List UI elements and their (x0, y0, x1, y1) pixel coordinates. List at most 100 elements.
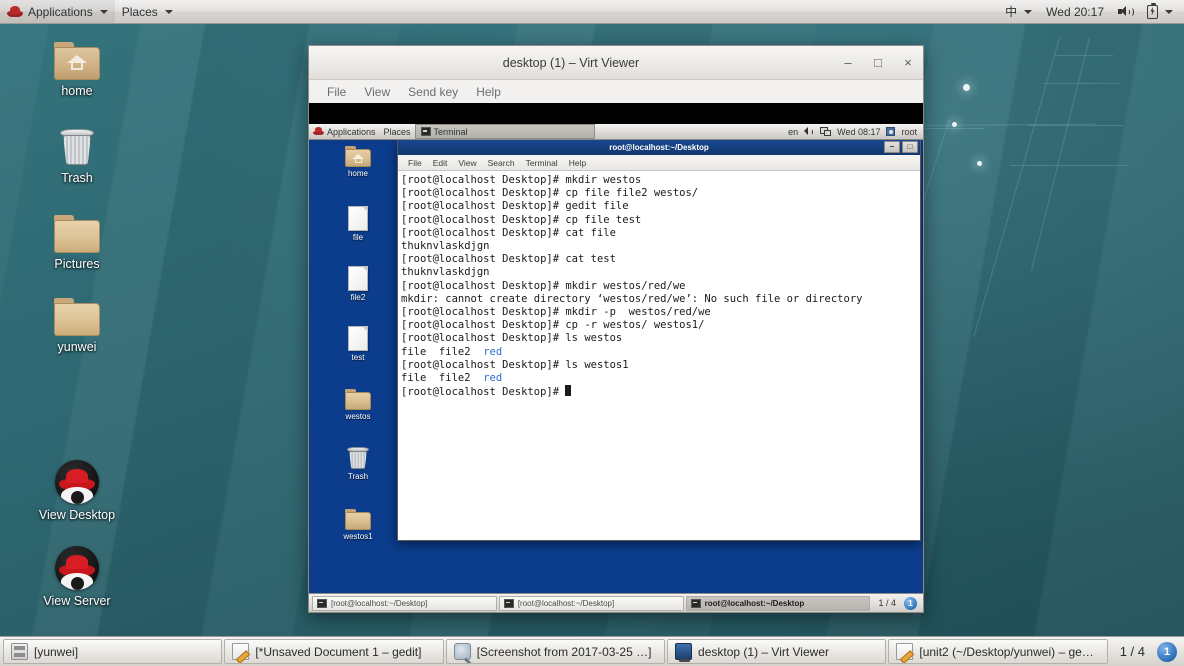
guest-task-term-2[interactable]: [root@localhost:~/Desktop] (498, 595, 684, 611)
guest-desktop: Applications Places Terminal en Wed 08:1… (309, 124, 923, 612)
maximize-button[interactable]: □ (863, 47, 893, 79)
task-screenshot[interactable]: [Screenshot from 2017-03-25 …] (445, 639, 666, 664)
guest-system-tray: en Wed 08:17 root (788, 127, 923, 137)
speaker-icon (1118, 5, 1134, 18)
user-icon[interactable] (886, 127, 896, 136)
terminal-line: [root@localhost Desktop]# cat test (401, 253, 616, 266)
desktop-icon-view-server[interactable]: View Server (22, 546, 132, 609)
chevron-down-icon (1024, 9, 1033, 14)
speaker-icon[interactable] (804, 127, 814, 136)
terminal-directory-name: red (483, 372, 503, 385)
virt-viewer-viewport[interactable]: Applications Places Terminal en Wed 08:1… (309, 103, 923, 612)
volume-indicator[interactable] (1111, 0, 1140, 23)
task-label: [yunwei] (34, 644, 79, 659)
desktop-icon-label: View Server (43, 594, 111, 608)
host-system-tray: 中 Wed 20:17 (998, 0, 1184, 23)
task-gedit-1[interactable]: [*Unsaved Document 1 – gedit] (224, 639, 444, 664)
guest-places-menu[interactable]: Places (380, 124, 415, 139)
terminal-line: [root@localhost Desktop]# cp file file2 … (401, 187, 699, 200)
guest-places-label: Places (383, 126, 411, 137)
guest-task-term-1[interactable]: [root@localhost:~/Desktop] (312, 595, 497, 611)
menu-send-key[interactable]: Send key (400, 83, 466, 101)
guest-terminal-window[interactable]: root@localhost:~/Desktop – □ File Edit V… (397, 139, 921, 541)
terminal-line: mkdir: cannot create directory ‘westos/r… (401, 292, 863, 305)
terminal-line: thuknvlaskdjgn (401, 266, 490, 279)
desktop-icon-pictures[interactable]: Pictures (22, 215, 132, 272)
guest-terminal-menubar: File Edit View Search Terminal Help (398, 155, 920, 171)
desktop-icon-label: Trash (61, 171, 93, 185)
task-gedit-2[interactable]: [unit2 (~/Desktop/yunwei) – ged…] (888, 639, 1108, 664)
desktop-icon-home[interactable]: home (22, 42, 132, 99)
terminal-line: [root@localhost Desktop]# mkdir westos/r… (401, 279, 686, 292)
host-desktop: Applications Places 中 Wed 20:17 home Tra… (0, 0, 1184, 666)
terminal-line: [root@localhost Desktop]# cp -r westos/ … (401, 319, 705, 332)
menu-edit[interactable]: Edit (428, 157, 453, 169)
applications-menu[interactable]: Applications (0, 0, 115, 23)
places-menu[interactable]: Places (115, 0, 180, 23)
folder-icon (345, 509, 371, 530)
task-yunwei[interactable]: [yunwei] (3, 639, 223, 664)
menu-search[interactable]: Search (483, 157, 520, 169)
power-indicator[interactable] (1140, 0, 1180, 23)
virt-viewer-window[interactable]: desktop (1) – Virt Viewer – □ × File Vie… (308, 45, 924, 613)
minimize-button[interactable]: – (884, 141, 900, 153)
close-button[interactable]: × (893, 47, 923, 79)
battery-charging-icon (1147, 2, 1158, 19)
network-icon[interactable] (820, 127, 832, 136)
menu-view[interactable]: View (356, 83, 398, 101)
guest-terminal-window-buttons: – □ (884, 141, 918, 153)
guest-input-method[interactable]: en (788, 127, 798, 137)
desktop-icon-label: yunwei (57, 340, 97, 354)
terminal-line: [root@localhost Desktop]# gedit file (401, 200, 629, 213)
menu-terminal[interactable]: Terminal (521, 157, 563, 169)
menu-help[interactable]: Help (468, 83, 509, 101)
guest-workspace-badge[interactable]: 1 (904, 596, 917, 610)
terminal-icon (690, 598, 701, 608)
guest-icon-file[interactable]: file (331, 206, 385, 242)
guest-icon-westos[interactable]: westos (331, 389, 385, 421)
menu-file[interactable]: File (319, 83, 354, 101)
maximize-button[interactable]: □ (902, 141, 918, 153)
guest-task-label: [root@localhost:~/Desktop] (331, 598, 428, 608)
guest-applications-menu[interactable]: Applications (309, 124, 380, 139)
workspace-badge[interactable]: 1 (1157, 641, 1178, 662)
terminal-line: [root@localhost Desktop]# ls westos (401, 332, 623, 345)
guest-task-label: [root@localhost:~/Desktop] (517, 598, 615, 608)
guest-icon-label: westos1 (343, 532, 373, 541)
terminal-line: [root@localhost Desktop]# cat file (401, 226, 616, 239)
guest-icon-label: test (351, 353, 365, 362)
menu-view[interactable]: View (453, 157, 481, 169)
guest-clock[interactable]: Wed 08:17 (837, 127, 880, 137)
input-method-indicator[interactable]: 中 (998, 0, 1039, 23)
guest-window-list-entry[interactable]: Terminal (414, 124, 595, 139)
clock[interactable]: Wed 20:17 (1039, 0, 1111, 23)
files-icon (11, 643, 28, 660)
menu-help[interactable]: Help (564, 157, 591, 169)
redhat-logo-icon (313, 127, 324, 136)
desktop-icon-yunwei[interactable]: yunwei (22, 298, 132, 355)
terminal-output[interactable]: [root@localhost Desktop]# mkdir westos [r… (398, 171, 920, 540)
redhat-logo-icon (7, 5, 23, 19)
guest-applications-label: Applications (327, 126, 376, 137)
guest-icon-trash[interactable]: Trash (331, 446, 385, 481)
guest-task-term-3[interactable]: root@localhost:~/Desktop (685, 595, 871, 611)
guest-terminal-titlebar[interactable]: root@localhost:~/Desktop – □ (398, 140, 920, 155)
guest-icon-test[interactable]: test (331, 326, 385, 362)
virt-viewer-titlebar[interactable]: desktop (1) – Virt Viewer – □ × (309, 46, 923, 80)
guest-taskbar: [root@localhost:~/Desktop] [root@localho… (309, 593, 923, 612)
host-top-panel: Applications Places 中 Wed 20:17 (0, 0, 1184, 24)
trash-icon (347, 446, 369, 470)
terminal-line: [root@localhost Desktop]# (401, 385, 918, 399)
guest-icon-home[interactable]: home (331, 146, 385, 178)
guest-icon-file2[interactable]: file2 (331, 266, 385, 302)
minimize-button[interactable]: – (833, 47, 863, 79)
desktop-icon-trash[interactable]: Trash (22, 127, 132, 186)
folder-icon (54, 298, 100, 336)
task-virt-viewer[interactable]: desktop (1) – Virt Viewer (667, 639, 887, 664)
desktop-icon-view-desktop[interactable]: View Desktop (22, 460, 132, 523)
guest-user-label[interactable]: root (901, 127, 917, 137)
guest-icon-westos1[interactable]: westos1 (331, 509, 385, 541)
menu-file[interactable]: File (403, 157, 427, 169)
folder-icon (54, 215, 100, 253)
workspace-count: 1 / 4 (1119, 644, 1146, 659)
